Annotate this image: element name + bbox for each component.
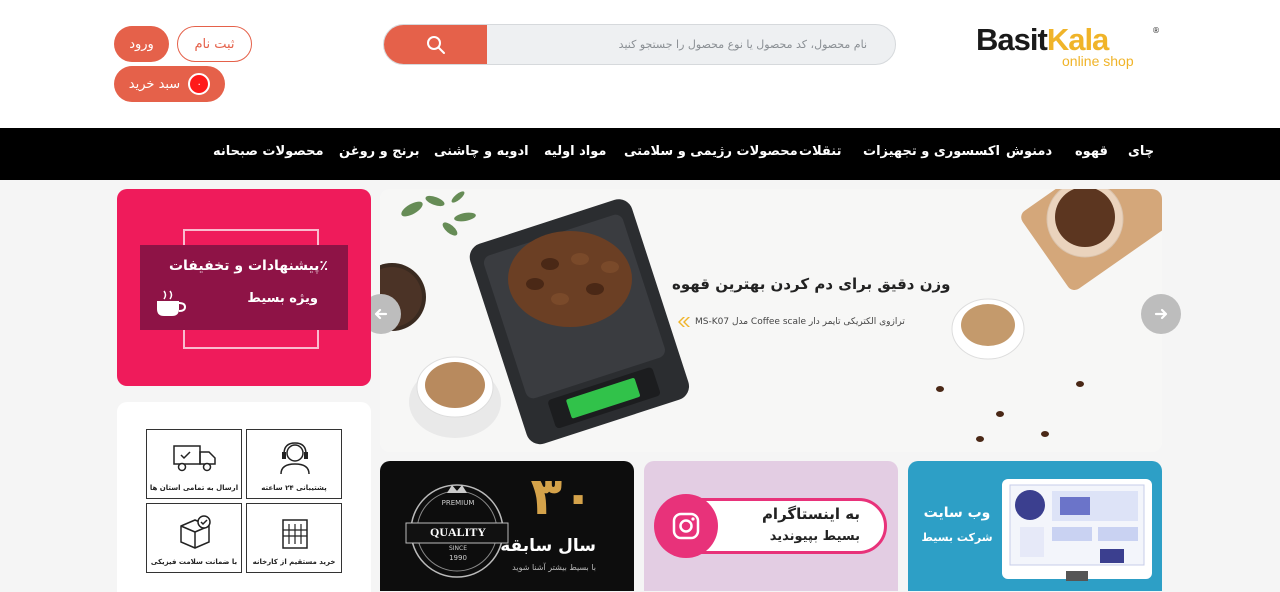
feature-safe-delivery: با ضمانت سلامت فیزیکی	[146, 503, 242, 573]
years-experience-banner[interactable]: PREMIUM QUALITY SINCE 1990 ۳۰ سال سابقه …	[380, 461, 634, 591]
arrow-right-icon	[1154, 308, 1168, 320]
main-navigation: چای قهوه دمنوش اکسسوری و تجهیزات تنقلات …	[0, 128, 1280, 180]
search-button[interactable]	[384, 25, 487, 64]
promo-subtitle: ویژه بسیط	[247, 291, 318, 306]
instagram-line2: بسیط بپیوندید	[769, 529, 860, 544]
special-offers-banner[interactable]: ٪پیشنهادات و تخفیفات ویژه بسیط	[117, 189, 371, 386]
feature-factory-direct: خرید مستقیم از کارخانه	[246, 503, 342, 573]
search-icon	[426, 35, 445, 54]
years-number: ۳۰	[530, 467, 594, 527]
feature-safe-delivery-label: با ضمانت سلامت فیزیکی	[150, 558, 238, 566]
feature-support: پشتیبانی ۲۴ ساعته	[246, 429, 342, 499]
search-input[interactable]	[487, 25, 895, 64]
promo-label-box: ٪پیشنهادات و تخفیفات ویژه بسیط	[140, 245, 348, 330]
nav-item-herbal-tea[interactable]: دمنوش	[1006, 144, 1052, 159]
nav-item-rice-oil[interactable]: برنج و روغن	[339, 144, 420, 159]
badge-main-text: QUALITY	[429, 525, 486, 539]
nav-item-coffee[interactable]: قهوه	[1075, 144, 1108, 159]
coffee-cup-icon	[157, 290, 187, 316]
feature-support-label: پشتیبانی ۲۴ ساعته	[261, 484, 327, 492]
logo-tagline: online shop	[1062, 53, 1134, 69]
login-button[interactable]: ورود	[114, 26, 169, 62]
box-check-icon	[180, 515, 211, 549]
site-header: BasitKala ® online shop ورود ثبت نام سبد…	[0, 0, 1280, 128]
feature-factory-direct-label: خرید مستقیم از کارخانه	[252, 558, 336, 566]
slide-subtitle: ترازوی الکتریکی تایمر دار Coffee scale م…	[695, 317, 905, 327]
site-logo[interactable]: BasitKala ® online shop	[976, 22, 1161, 70]
badge-year-text: 1990	[449, 554, 467, 562]
register-button[interactable]: ثبت نام	[177, 26, 252, 62]
instagram-logo-circle	[654, 494, 718, 558]
slider-next-button[interactable]	[1141, 294, 1181, 334]
search-bar	[383, 24, 896, 65]
instagram-line1: به اینستاگرام	[761, 505, 860, 523]
nav-item-accessories[interactable]: اکسسوری و تجهیزات	[863, 144, 1000, 159]
nav-item-snacks[interactable]: تنقلات	[799, 144, 841, 159]
badge-since-text: SINCE	[448, 545, 468, 552]
cart-button[interactable]: سبد خرید ۰	[114, 66, 225, 102]
slide-title: وزن دقیق برای دم کردن بهترین قهوه	[672, 275, 951, 293]
nav-item-raw-materials[interactable]: مواد اولیه	[544, 144, 606, 159]
cart-count-badge: ۰	[188, 73, 211, 95]
feature-shipping-label: ارسال به تمامی استان ها	[149, 484, 239, 492]
monitor-illustration	[1002, 479, 1152, 581]
logo-registered-mark: ®	[1152, 26, 1160, 35]
feature-shipping: ارسال به تمامی استان ها	[146, 429, 242, 499]
hero-slider[interactable]: وزن دقیق برای دم کردن بهترین قهوه ترازوی…	[380, 189, 1162, 452]
badge-top-text: PREMIUM	[441, 499, 475, 507]
building-icon	[282, 519, 308, 549]
nav-item-tea[interactable]: چای	[1128, 144, 1154, 159]
arrow-left-icon	[374, 308, 388, 320]
years-label: سال سابقه	[500, 536, 596, 556]
website-line2: شرکت بسیط	[921, 531, 993, 544]
instagram-banner[interactable]: به اینستاگرام بسیط بپیوندید	[644, 461, 898, 591]
nav-item-diet-health[interactable]: محصولات رژیمی و سلامتی	[624, 144, 798, 159]
nav-item-breakfast[interactable]: محصولات صبحانه	[213, 144, 324, 159]
promo-title: ٪پیشنهادات و تخفیفات	[168, 258, 328, 274]
instagram-icon	[672, 512, 700, 540]
years-subtitle: با بسیط بیشتر آشنا شوید	[512, 563, 596, 572]
truck-icon	[173, 445, 216, 472]
nav-item-spices[interactable]: ادویه و چاشنی	[434, 144, 529, 159]
store-features-panel: پشتیبانی ۲۴ ساعته ارسال به تمامی استان ه…	[117, 402, 371, 592]
website-banner[interactable]: وب سایت شرکت بسیط	[908, 461, 1162, 591]
website-line1: وب سایت	[923, 505, 991, 521]
headset-icon	[280, 442, 310, 475]
cart-label: سبد خرید	[128, 76, 181, 92]
